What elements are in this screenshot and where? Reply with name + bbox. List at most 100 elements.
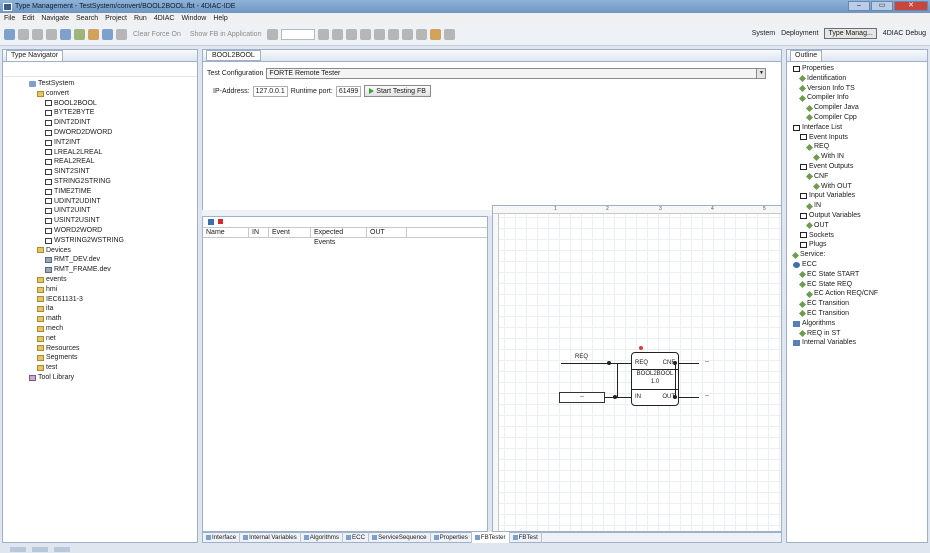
outline-item[interactable]: REQ: [793, 142, 927, 152]
navigator-item[interactable]: RMT_FRAME.dev: [29, 265, 197, 275]
outline-item[interactable]: EC State REQ: [793, 280, 927, 290]
run-icon[interactable]: [208, 218, 214, 225]
outline-item[interactable]: Compiler Java: [793, 103, 927, 113]
navigator-item[interactable]: DINT2DINT: [29, 118, 197, 128]
nav-back-icon[interactable]: [444, 29, 456, 40]
column-name[interactable]: Name: [203, 228, 249, 237]
navigator-item[interactable]: math: [29, 314, 197, 324]
start-testing-button[interactable]: Start Testing FB: [364, 85, 431, 97]
tab-interface[interactable]: Interface: [203, 532, 241, 543]
navigator-item[interactable]: Segments: [29, 353, 197, 363]
show-fb-button[interactable]: Show FB in Application: [190, 31, 262, 38]
outline-item[interactable]: Interface List: [793, 123, 927, 133]
connect-icon[interactable]: [267, 29, 279, 40]
tab-fbtest[interactable]: FBTest: [510, 532, 542, 543]
align-bottom-icon[interactable]: [388, 29, 400, 40]
menu-project[interactable]: Project: [105, 15, 127, 22]
column-event[interactable]: Event: [269, 228, 311, 237]
navigator-item[interactable]: RMT_DEV.dev: [29, 255, 197, 265]
align-right-icon[interactable]: [346, 29, 358, 40]
outline-item[interactable]: Internal Variables: [793, 338, 927, 348]
print-icon[interactable]: [46, 29, 57, 40]
navigator-item[interactable]: net: [29, 334, 197, 344]
window-icon[interactable]: [116, 29, 127, 40]
type-navigator-tab[interactable]: Type Navigator: [6, 50, 64, 61]
tab-fbtester[interactable]: FBTester: [471, 532, 510, 543]
tab-ecc[interactable]: ECC: [343, 532, 370, 543]
navigator-item[interactable]: WSTRING2WSTRING: [29, 236, 197, 246]
stop-icon[interactable]: [218, 219, 223, 224]
menu-navigate[interactable]: Navigate: [41, 15, 69, 22]
search-icon[interactable]: [74, 29, 85, 40]
menu-file[interactable]: File: [4, 15, 15, 22]
navigator-item[interactable]: INT2INT: [29, 138, 197, 148]
test-config-select[interactable]: FORTE Remote Tester ▼: [266, 68, 767, 79]
bookmark-icon[interactable]: [430, 29, 442, 40]
tab-algorithms[interactable]: Algorithms: [301, 532, 344, 543]
navigator-item[interactable]: events: [29, 275, 197, 285]
menu-search[interactable]: Search: [76, 15, 98, 22]
outline-item[interactable]: ECC: [793, 260, 927, 270]
outline-item[interactable]: Event Outputs: [793, 162, 927, 172]
column-in[interactable]: IN: [249, 228, 269, 237]
menu-window[interactable]: Window: [181, 15, 206, 22]
chevron-down-icon[interactable]: ▼: [756, 69, 766, 78]
navigator-item[interactable]: ita: [29, 304, 197, 314]
perspective-system[interactable]: System: [752, 30, 775, 37]
menu-4diac[interactable]: 4DIAC: [154, 15, 175, 22]
navigator-item[interactable]: DWORD2DWORD: [29, 128, 197, 138]
req-connector[interactable]: [607, 361, 611, 365]
outline-item[interactable]: With OUT: [793, 182, 927, 192]
outline-item[interactable]: EC Transition: [793, 309, 927, 319]
menu-run[interactable]: Run: [134, 15, 147, 22]
pin-req[interactable]: REQ: [635, 360, 648, 366]
outline-item[interactable]: EC Action REQ/CNF: [793, 289, 927, 299]
outline-item[interactable]: EC Transition: [793, 299, 927, 309]
back-icon[interactable]: [416, 29, 428, 40]
close-button[interactable]: ✕: [894, 1, 928, 11]
fb-block[interactable]: REQ CNF BOOL2BOOL 1.0 IN OUT: [631, 352, 679, 406]
navigator-item[interactable]: BOOL2BOOL: [29, 99, 197, 109]
minimize-button[interactable]: –: [848, 1, 870, 11]
navigator-item[interactable]: Resources: [29, 344, 197, 354]
navigator-item[interactable]: LREAL2LREAL: [29, 148, 197, 158]
align-center-icon[interactable]: [332, 29, 344, 40]
outline-item[interactable]: Plugs: [793, 240, 927, 250]
editor-tab-bool2bool[interactable]: BOOL2BOOL: [206, 50, 261, 61]
navigator-filter[interactable]: [3, 62, 197, 77]
menu-help[interactable]: Help: [213, 15, 227, 22]
align-top-icon[interactable]: [360, 29, 372, 40]
align-left-icon[interactable]: [318, 29, 330, 40]
navigator-item[interactable]: hmi: [29, 285, 197, 295]
ip-field[interactable]: 127.0.0.1: [252, 85, 288, 97]
navigator-item[interactable]: BYTE2BYTE: [29, 108, 197, 118]
outline-item[interactable]: Version Info TS: [793, 84, 927, 94]
layout-icon[interactable]: [102, 29, 113, 40]
save-all-icon[interactable]: [32, 29, 43, 40]
navigator-item[interactable]: Devices: [29, 246, 197, 256]
outline-tab[interactable]: Outline: [790, 50, 823, 61]
perspective-debug[interactable]: 4DIAC Debug: [883, 30, 926, 37]
outline-item[interactable]: Sockets: [793, 231, 927, 241]
navigator-item[interactable]: convert: [29, 89, 197, 99]
outline-item[interactable]: IN: [793, 201, 927, 211]
outline-item[interactable]: With IN: [793, 152, 927, 162]
perspective-type-management[interactable]: Type Manag...: [824, 28, 877, 39]
outline-item[interactable]: Input Variables: [793, 191, 927, 201]
menu-edit[interactable]: Edit: [22, 15, 34, 22]
navigator-item[interactable]: TestSystem: [29, 79, 197, 89]
column-out[interactable]: OUT: [367, 228, 407, 237]
navigator-item[interactable]: USINT2USINT: [29, 216, 197, 226]
tab-servicesequence[interactable]: ServiceSequence: [369, 532, 431, 543]
column-expected-events[interactable]: Expected Events: [311, 228, 367, 246]
outline-item[interactable]: EC State START: [793, 270, 927, 280]
navigator-item[interactable]: IEC61131-3: [29, 295, 197, 305]
align-middle-icon[interactable]: [374, 29, 386, 40]
navigator-item[interactable]: test: [29, 363, 197, 373]
navigator-item[interactable]: WORD2WORD: [29, 226, 197, 236]
navigator-item[interactable]: UDINT2UDINT: [29, 197, 197, 207]
tab-internal-variables[interactable]: Internal Variables: [240, 532, 301, 543]
wizard-icon[interactable]: [60, 29, 71, 40]
navigator-item[interactable]: REAL2REAL: [29, 157, 197, 167]
navigator-item[interactable]: STRING2STRING: [29, 177, 197, 187]
